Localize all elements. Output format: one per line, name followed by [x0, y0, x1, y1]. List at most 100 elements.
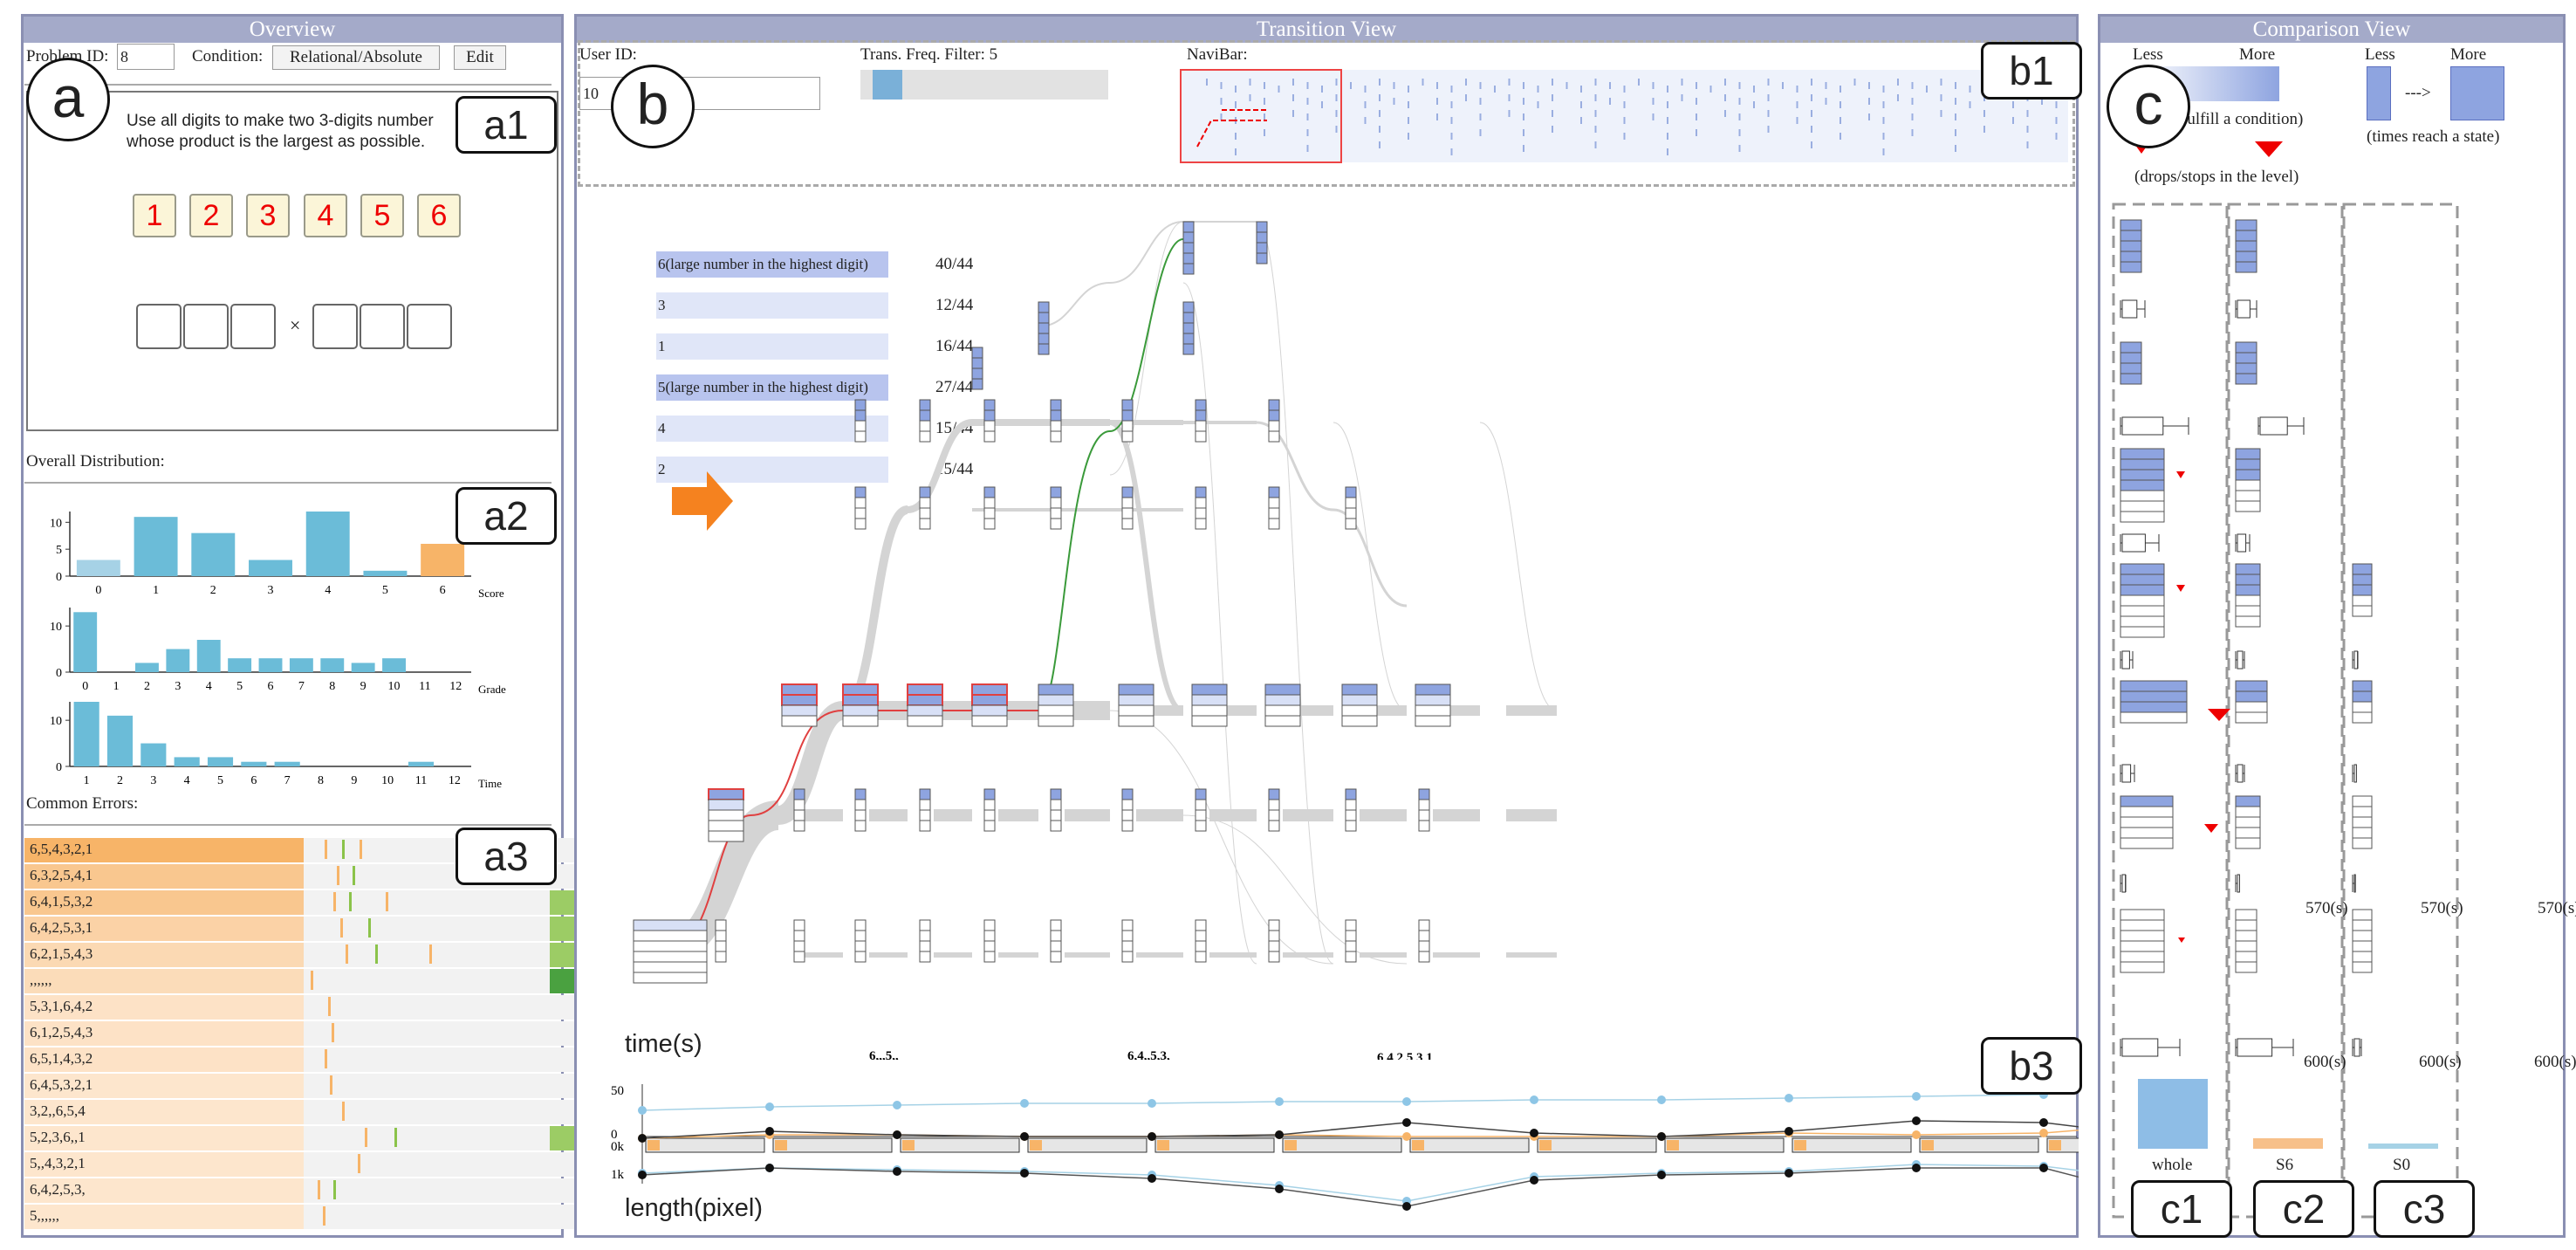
bar[interactable]: [76, 560, 120, 577]
state-node[interactable]: [1195, 919, 1207, 963]
answer-slot-2[interactable]: [183, 304, 229, 349]
bar[interactable]: [305, 512, 350, 576]
digit-button-3[interactable]: 3: [246, 194, 290, 237]
transition-flow[interactable]: [1333, 508, 1408, 608]
comparison-state[interactable]: [2120, 563, 2165, 638]
bar[interactable]: [258, 658, 283, 672]
strip-point[interactable]: [2039, 1164, 2048, 1172]
strip-point[interactable]: [638, 1106, 647, 1115]
state-node[interactable]: [1345, 486, 1357, 530]
comparison-state[interactable]: [2120, 341, 2142, 385]
step-length-bar[interactable]: [1154, 1137, 1275, 1153]
step-length-bar[interactable]: [1537, 1137, 1657, 1153]
strip-point[interactable]: [1912, 1130, 1921, 1139]
state-node[interactable]: [1050, 399, 1062, 443]
strip-point[interactable]: [1912, 1092, 1921, 1101]
error-row[interactable]: 3,2,,6,5,4: [24, 1100, 576, 1124]
comparison-state[interactable]: [2120, 219, 2142, 273]
state-node[interactable]: [1264, 683, 1301, 727]
state-node[interactable]: [1121, 486, 1134, 530]
digit-button-2[interactable]: 2: [189, 194, 233, 237]
bar[interactable]: [320, 658, 345, 672]
bar[interactable]: [289, 658, 313, 672]
step-length-bar[interactable]: [1919, 1137, 2039, 1153]
bar[interactable]: [73, 612, 98, 672]
strip-point[interactable]: [1275, 1130, 1284, 1139]
transition-flow[interactable]: [1333, 422, 1408, 711]
state-node[interactable]: [1268, 399, 1280, 443]
bar[interactable]: [207, 757, 234, 766]
strip-point[interactable]: [1148, 1174, 1156, 1183]
state-node[interactable]: [1418, 919, 1430, 963]
state-node[interactable]: [919, 486, 931, 530]
state-node[interactable]: [971, 683, 1008, 727]
strip-point[interactable]: [893, 1167, 901, 1176]
freq-filter-handle[interactable]: [873, 70, 902, 100]
strip-point[interactable]: [1402, 1097, 1411, 1106]
bar[interactable]: [140, 743, 167, 766]
bar[interactable]: [73, 702, 99, 766]
comparison-state[interactable]: [2235, 795, 2261, 849]
time-boxplot[interactable]: [2120, 533, 2160, 553]
strip-point[interactable]: [2039, 1129, 2048, 1137]
strip-point[interactable]: [1657, 1095, 1666, 1104]
bar[interactable]: [249, 560, 292, 577]
state-node[interactable]: [1121, 788, 1134, 832]
state-node[interactable]: [1195, 788, 1207, 832]
error-row[interactable]: 5,3,1,6,4,2: [24, 995, 576, 1020]
time-boxplot[interactable]: [2352, 874, 2356, 893]
strip-point[interactable]: [1402, 1202, 1411, 1211]
digit-button-4[interactable]: 4: [304, 194, 347, 237]
bar[interactable]: [166, 649, 190, 672]
state-node[interactable]: [1268, 788, 1280, 832]
state-node[interactable]: [919, 399, 931, 443]
time-boxplot[interactable]: [2235, 764, 2245, 783]
strip-point[interactable]: [1530, 1176, 1538, 1185]
strip-point[interactable]: [1657, 1132, 1666, 1141]
strip-point[interactable]: [1785, 1094, 1793, 1102]
time-boxplot[interactable]: [2352, 650, 2359, 670]
state-node[interactable]: [854, 788, 867, 832]
state-node[interactable]: [1268, 919, 1280, 963]
condition-select[interactable]: Relational/Absolute: [272, 45, 440, 70]
bar[interactable]: [351, 663, 375, 672]
comparison-state[interactable]: [2120, 680, 2188, 724]
error-row[interactable]: 6,4,2,5,3,: [24, 1178, 576, 1203]
strip-point[interactable]: [1402, 1118, 1411, 1127]
error-row[interactable]: 6,5,1,4,3,2: [24, 1047, 576, 1072]
state-node[interactable]: [1345, 919, 1357, 963]
step-length-bar[interactable]: [1282, 1137, 1402, 1153]
answer-slot-5[interactable]: [360, 304, 405, 349]
navibar[interactable]: [1180, 68, 2070, 166]
strip-point[interactable]: [638, 1134, 647, 1143]
time-boxplot[interactable]: [2235, 650, 2245, 670]
state-node[interactable]: [907, 683, 943, 727]
comparison-state[interactable]: [2235, 448, 2261, 512]
problem-id-input[interactable]: 8: [117, 44, 175, 70]
state-node[interactable]: [919, 788, 931, 832]
error-row[interactable]: 6,4,2,5,3,1: [24, 917, 576, 941]
state-node[interactable]: [1418, 788, 1430, 832]
bar[interactable]: [174, 757, 200, 766]
strip-point[interactable]: [1530, 1095, 1538, 1104]
state-node[interactable]: [854, 486, 867, 530]
transition-flow[interactable]: [1182, 814, 1408, 965]
comparison-state[interactable]: [2235, 341, 2257, 385]
digit-button-5[interactable]: 5: [360, 194, 404, 237]
strip-point[interactable]: [1785, 1127, 1793, 1136]
state-node[interactable]: [1050, 486, 1062, 530]
bar[interactable]: [135, 663, 159, 672]
state-node[interactable]: [983, 788, 996, 832]
comparison-state[interactable]: [2352, 909, 2373, 973]
time-boxplot[interactable]: [2235, 299, 2257, 319]
state-node[interactable]: [1195, 399, 1207, 443]
answer-slot-3[interactable]: [230, 304, 276, 349]
digit-button-6[interactable]: 6: [417, 194, 461, 237]
state-node[interactable]: [1038, 301, 1050, 355]
state-node[interactable]: [1182, 221, 1195, 275]
state-node[interactable]: [854, 399, 867, 443]
step-length-bar[interactable]: [1792, 1137, 1912, 1153]
state-node[interactable]: [793, 788, 805, 832]
state-node[interactable]: [781, 683, 818, 727]
state-node[interactable]: [793, 919, 805, 963]
